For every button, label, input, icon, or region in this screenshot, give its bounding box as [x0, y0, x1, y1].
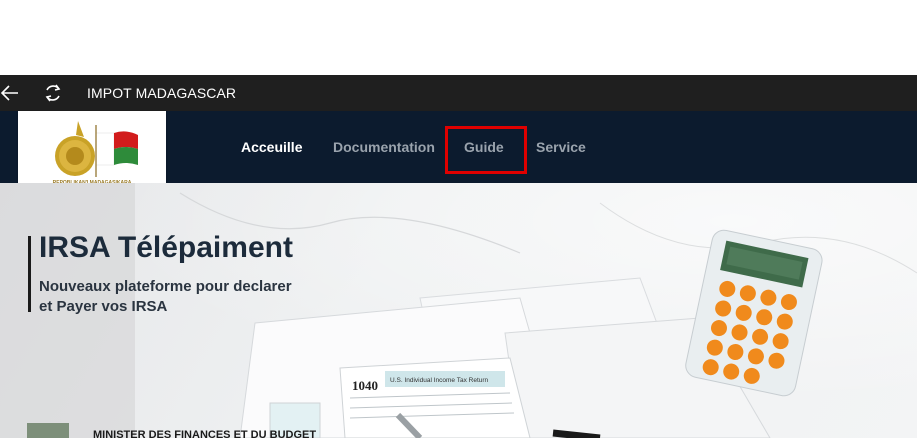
form-title: U.S. Individual Income Tax Return — [390, 377, 489, 384]
hero-title: IRSA Télépaiment — [39, 231, 293, 264]
app-title: IMPOT MADAGASCAR — [87, 85, 237, 101]
nav-item-documentation[interactable]: Documentation — [333, 111, 435, 183]
form-number: 1040 — [352, 378, 378, 393]
arrow-left-icon[interactable] — [0, 83, 22, 103]
site-logo[interactable]: REPOBLIKAN'I MADAGASIKARA — [18, 111, 166, 194]
hero-subtitle-line2: et Payer vos IRSA — [39, 298, 168, 315]
ministry-logo-icon — [27, 423, 69, 438]
app-titlebar: IMPOT MADAGASCAR — [0, 75, 917, 111]
highlight-annotation — [445, 126, 527, 174]
nav-item-acceuille[interactable]: Acceuille — [241, 111, 302, 183]
nav-item-service[interactable]: Service — [536, 111, 586, 183]
ministry-name: MINISTER DES FINANCES ET DU BUDGET — [93, 429, 317, 441]
hero-subtitle: Nouveaux plateforme pour declarer et Pay… — [39, 277, 292, 317]
hero-accent-bar — [28, 236, 31, 312]
refresh-icon[interactable] — [42, 82, 64, 104]
hero-subtitle-line1: Nouveaux plateforme pour declarer — [39, 278, 292, 295]
